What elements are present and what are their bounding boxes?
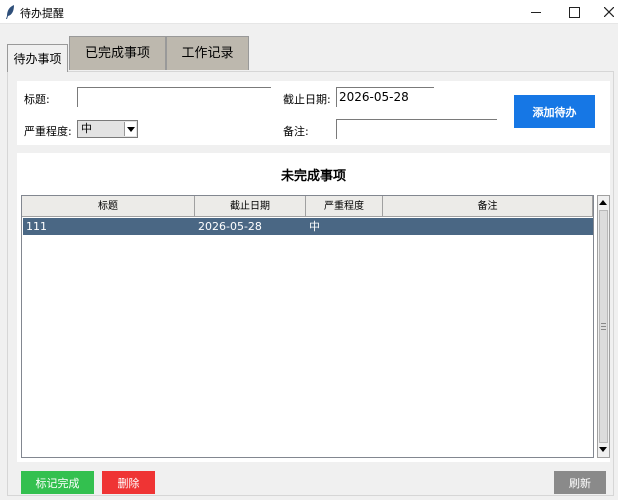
- column-header-due-date[interactable]: 截止日期: [195, 196, 306, 217]
- severity-label: 严重程度:: [24, 125, 72, 138]
- title-label: 标题:: [24, 93, 50, 106]
- due-date-label: 截止日期:: [283, 93, 331, 106]
- tab-work-log[interactable]: 工作记录: [166, 36, 249, 70]
- pending-list-heading: 未完成事项: [280, 169, 346, 184]
- title-bar: 待办提醒: [0, 0, 618, 24]
- cell-title: 111: [26, 220, 47, 233]
- scroll-down-arrow-icon[interactable]: [599, 444, 608, 456]
- close-icon: [604, 7, 614, 17]
- maximize-button[interactable]: [556, 0, 590, 24]
- column-header-title[interactable]: 标题: [22, 196, 195, 217]
- scroll-up-arrow-icon[interactable]: [599, 197, 608, 209]
- severity-value: 中: [81, 122, 92, 135]
- add-todo-button[interactable]: 添加待办: [514, 95, 595, 128]
- minimize-button[interactable]: [518, 0, 552, 24]
- delete-button[interactable]: 删除: [102, 471, 155, 494]
- cell-due-date: 2026-05-28: [198, 220, 262, 233]
- note-input[interactable]: [336, 119, 497, 139]
- due-date-input[interactable]: 2026-05-28: [336, 87, 434, 107]
- feather-icon: [6, 5, 14, 19]
- tab-todo[interactable]: 待办事项: [7, 44, 68, 72]
- tab-completed[interactable]: 已完成事项: [69, 36, 166, 70]
- vertical-scrollbar[interactable]: [597, 195, 610, 458]
- pending-table[interactable]: 标题 截止日期 严重程度 备注 111 2026-05-28 中: [21, 195, 594, 458]
- severity-select[interactable]: 中: [77, 120, 138, 138]
- close-button[interactable]: [592, 0, 618, 24]
- chevron-down-icon[interactable]: [124, 122, 136, 136]
- column-header-severity[interactable]: 严重程度: [306, 196, 383, 217]
- refresh-button[interactable]: 刷新: [554, 471, 606, 494]
- title-input[interactable]: [77, 87, 271, 107]
- mark-complete-button[interactable]: 标记完成: [21, 471, 94, 494]
- cell-severity: 中: [309, 220, 320, 233]
- scrollbar-thumb[interactable]: [599, 210, 608, 443]
- window-title: 待办提醒: [20, 7, 64, 20]
- column-header-note[interactable]: 备注: [383, 196, 593, 217]
- note-label: 备注:: [283, 125, 309, 138]
- grip-icon: [601, 323, 606, 330]
- table-row[interactable]: 111 2026-05-28 中: [23, 218, 593, 235]
